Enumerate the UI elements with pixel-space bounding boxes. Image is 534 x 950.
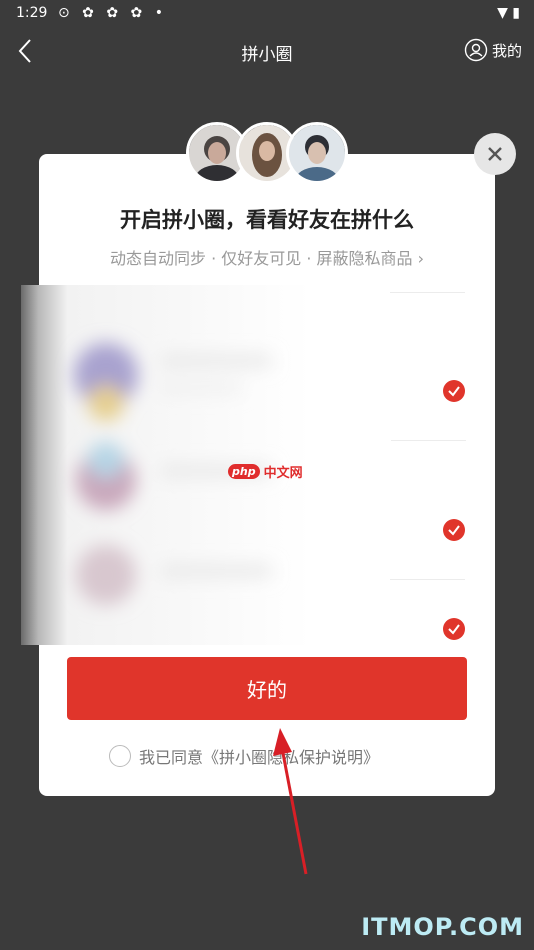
- divider: [390, 579, 465, 580]
- close-button[interactable]: [474, 133, 516, 175]
- php-watermark-text: 中文网: [263, 466, 303, 481]
- php-watermark: php 中文网: [228, 462, 303, 481]
- divider: [390, 292, 465, 293]
- dialog-title: 开启拼小圈，看看好友在拼什么: [120, 208, 414, 232]
- agree-radio[interactable]: [109, 745, 131, 767]
- mine-label: 我的: [491, 41, 522, 60]
- avatar: [286, 122, 348, 184]
- status-bar: 1:29 ⊙ ✿ ✿ ✿ • ▼ ▮: [0, 0, 534, 28]
- friend-avatars: [186, 122, 348, 184]
- divider: [391, 440, 466, 441]
- check-circle-icon[interactable]: [443, 519, 465, 541]
- ok-button[interactable]: 好的: [67, 657, 467, 720]
- user-circle-icon: [464, 38, 488, 62]
- page-title: 拼小圈: [241, 45, 293, 65]
- close-icon: [488, 147, 502, 161]
- mine-button[interactable]: 我的: [464, 38, 522, 62]
- php-badge: php: [228, 464, 260, 479]
- site-watermark: ITMOP.COM: [361, 913, 524, 941]
- status-time: 1:29: [16, 5, 48, 21]
- privacy-agreement: 我已同意《拼小圈隐私保护说明》: [109, 744, 379, 768]
- check-circle-icon[interactable]: [443, 618, 465, 640]
- agree-text[interactable]: 我已同意《拼小圈隐私保护说明》: [139, 744, 379, 768]
- nav-bar: 拼小圈 我的: [0, 28, 534, 74]
- dialog-subtitle[interactable]: 动态自动同步 · 仅好友可见 · 屏蔽隐私商品 ›: [39, 245, 495, 269]
- check-circle-icon[interactable]: [443, 380, 465, 402]
- notification-icons: ⊙ ✿ ✿ ✿ •: [58, 5, 167, 21]
- wifi-battery-icons: ▼ ▮: [497, 5, 520, 21]
